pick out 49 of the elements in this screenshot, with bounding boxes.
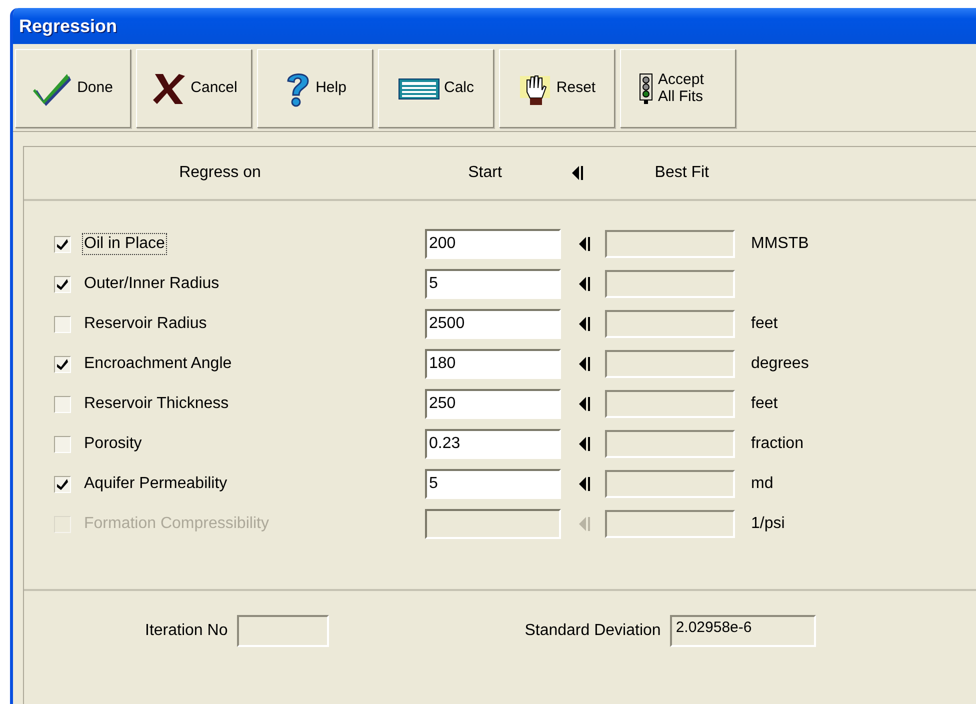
deviation-field: 2.02958e-6 [670,615,816,647]
checkbox[interactable] [54,356,71,372]
toolbar-button[interactable]: Done [15,49,131,128]
checkbox[interactable] [54,316,71,332]
checkbox-label[interactable]: Encroachment Angle [82,353,234,375]
unit-label: feet [751,395,778,413]
cross-icon [150,72,187,106]
checkbox[interactable] [54,436,71,452]
start-field[interactable]: 0.23 [425,429,561,459]
checkbox-label[interactable]: Reservoir Thickness [82,393,231,415]
unit-label: 1/psi [751,515,785,533]
toolbar-button[interactable]: Cancel [136,49,252,128]
start-field[interactable]: 180 [425,349,561,379]
column-header: Start [468,164,502,182]
start-field[interactable]: 2500 [425,309,561,339]
unit-label: MMSTB [751,235,809,253]
window-title: Regression [19,16,118,36]
unit-label: md [751,475,774,493]
checkmark-icon [57,238,68,250]
unit-label: fraction [751,435,804,453]
start-field[interactable]: 200 [425,229,561,259]
unit-label: feet [751,315,778,333]
checkbox[interactable] [54,236,71,252]
field-label: Iteration No [145,622,228,640]
checkbox[interactable] [54,276,71,292]
toolbar-button[interactable]: Help [257,49,373,128]
calculator-icon [398,78,440,100]
checkbox-label[interactable]: Outer/Inner Radius [82,273,222,295]
toolbar-button[interactable]: Reset [499,49,615,128]
unit-label: degrees [751,355,809,373]
start-field[interactable]: 250 [425,389,561,419]
toolbar-button[interactable]: Accept All Fits [620,49,736,128]
checkmark-icon [57,278,68,290]
column-header: Regress on [179,164,261,182]
column-header: Best Fit [654,164,710,182]
start-field[interactable]: 5 [425,469,561,499]
start-field[interactable]: 5 [425,269,561,299]
toolbar-button[interactable]: Calc [378,49,494,128]
checkmark-icon [57,358,68,370]
traffic-light-icon [638,72,654,104]
checkbox-label[interactable]: Porosity [82,433,144,455]
checkmark-icon [57,478,68,490]
checkbox-label[interactable]: Oil in Place [82,233,167,255]
check-icon [33,72,74,106]
checkbox[interactable] [54,476,71,492]
field-label: Standard Deviation [524,622,661,640]
checkbox[interactable] [54,396,71,412]
checkbox-label[interactable]: Aquifer Permeability [82,473,230,495]
checkbox-label[interactable]: Reservoir Radius [82,313,209,335]
